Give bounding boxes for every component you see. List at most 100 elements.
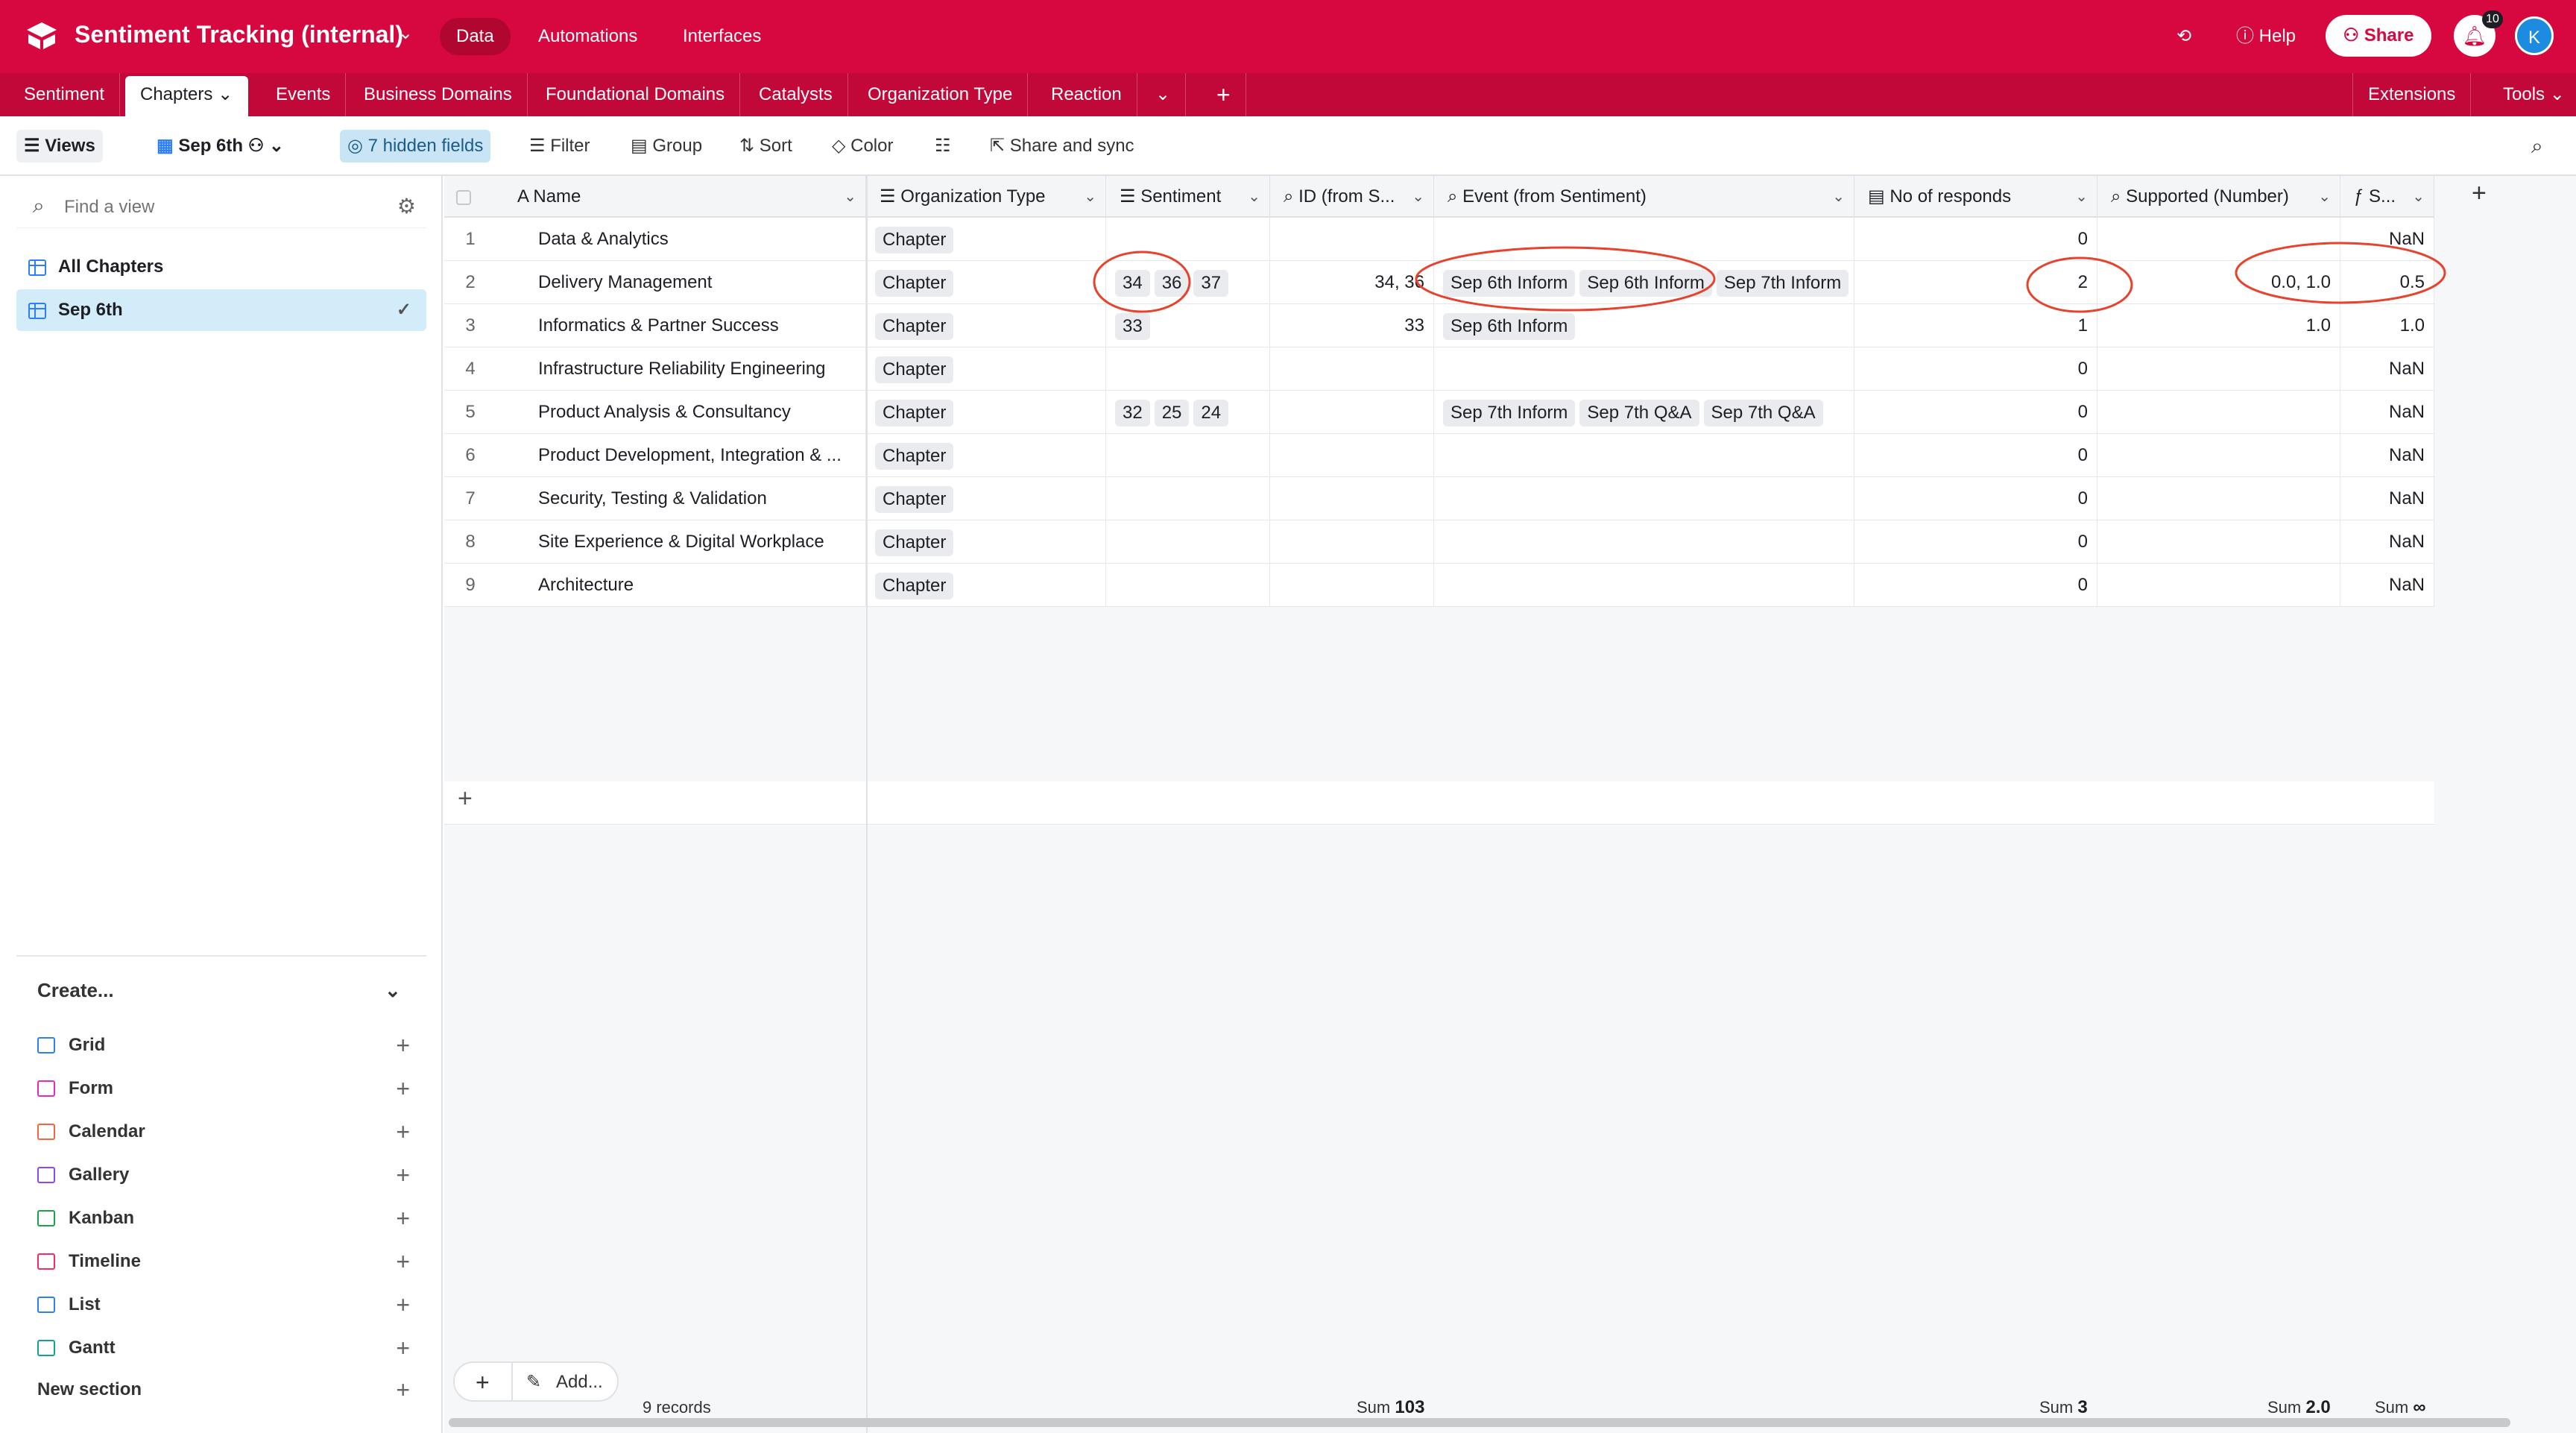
views-toggle-button[interactable]: ☰ Views [16,130,103,163]
record-chip[interactable]: Chapter [875,485,954,513]
cell-name[interactable]: Architecture [531,564,866,607]
group-button[interactable]: ▤ Group [623,130,710,163]
share-button[interactable]: ⚇ Share [2326,15,2431,57]
nav-data[interactable]: Data [440,18,511,55]
cell-sentiment[interactable] [1106,347,1270,391]
cell-id[interactable]: 33 [1270,304,1434,347]
cell-event[interactable] [1434,434,1854,477]
add-record-row[interactable]: + [444,781,2434,825]
cell-sentiment[interactable] [1106,564,1270,607]
add-table-icon[interactable]: + [1202,73,1246,116]
cell-id[interactable] [1270,218,1434,261]
summary-supported[interactable]: Sum 2.0 [2267,1394,2331,1421]
tab-organization-type[interactable]: Organization Type [853,73,1029,116]
nav-automations[interactable]: Automations [522,18,654,55]
record-chip[interactable]: Sep 7th Q&A [1579,399,1699,426]
cell-no-of-responds[interactable]: 0 [1854,564,2097,607]
create-kanban-view[interactable]: Kanban + [37,1199,410,1238]
chevron-down-icon[interactable]: ⌄ [1832,176,1845,218]
cell-id[interactable]: 34, 36 [1270,261,1434,304]
new-section-button[interactable]: New section + [37,1370,410,1409]
cell-no-of-responds[interactable]: 0 [1854,434,2097,477]
column-header-no-of-responds[interactable]: ▤ No of responds ⌄ [1854,176,2097,218]
cell-organization-type[interactable]: Chapter [866,477,1106,520]
cell-no-of-responds[interactable]: 1 [1854,304,2097,347]
search-icon[interactable]: ⌕ [2524,130,2551,163]
cell-organization-type[interactable]: Chapter [866,520,1106,564]
cell-supported[interactable] [2097,434,2340,477]
record-chip[interactable]: 36 [1154,269,1190,297]
cell-name[interactable]: Data & Analytics [531,218,866,261]
cell-no-of-responds[interactable]: 0 [1854,477,2097,520]
record-chip[interactable]: 32 [1115,399,1150,426]
app-logo-icon[interactable] [25,21,58,51]
tab-catalysts[interactable]: Catalysts [744,73,848,116]
cell-sentiment[interactable]: 34 36 37 [1106,261,1270,304]
cell-no-of-responds[interactable]: 0 [1854,391,2097,434]
column-header-s[interactable]: ƒ S... ⌄ [2340,176,2434,218]
gear-icon[interactable]: ⚙ [397,194,416,218]
horizontal-scrollbar[interactable] [449,1418,2510,1427]
cell-event[interactable]: Sep 6th Inform Sep 6th Inform Sep 7th Info… [1434,261,1854,304]
create-form-view[interactable]: Form + [37,1069,410,1108]
record-chip[interactable]: Sep 6th Inform [1443,312,1576,340]
select-all-checkbox[interactable] [456,189,471,205]
plus-icon[interactable]: + [396,1156,410,1194]
table-row[interactable]: 7 Security, Testing & Validation Chapter 0 N… [444,477,2434,520]
plus-icon[interactable]: + [396,1026,410,1065]
plus-icon[interactable]: + [396,1112,410,1151]
row-height-icon[interactable]: ☷ [927,130,959,163]
column-header-organization-type[interactable]: ☰ Organization Type ⌄ [866,176,1106,218]
cell-s[interactable]: NaN [2340,434,2434,477]
tab-business-domains[interactable]: Business Domains [349,73,528,116]
more-tabs-chevron-icon[interactable]: ⌄ [1140,73,1187,116]
record-chip[interactable]: Chapter [875,312,954,340]
cell-organization-type[interactable]: Chapter [866,347,1106,391]
cell-no-of-responds[interactable]: 0 [1854,218,2097,261]
find-view-input[interactable] [64,194,347,221]
chevron-down-icon[interactable]: ⌄ [218,84,233,104]
cell-supported[interactable] [2097,520,2340,564]
create-grid-view[interactable]: Grid + [37,1026,410,1065]
create-section-header[interactable]: Create... ⌄ [37,979,401,1002]
create-timeline-view[interactable]: Timeline + [37,1242,410,1281]
tab-events[interactable]: Events [261,73,347,116]
cell-organization-type[interactable]: Chapter [866,218,1106,261]
help-button[interactable]: ⓘ Help [2236,16,2296,57]
cell-sentiment[interactable]: 32 25 24 [1106,391,1270,434]
cell-id[interactable] [1270,391,1434,434]
record-chip[interactable]: Sep 6th Inform [1443,269,1576,297]
table-row[interactable]: 9 Architecture Chapter 0 NaN [444,564,2434,607]
tools-button[interactable]: Tools ⌄ [2488,73,2576,116]
table-row[interactable]: 6 Product Development, Integration & ... C… [444,434,2434,477]
share-sync-button[interactable]: ⇱ Share and sync [982,130,1142,163]
hidden-fields-button[interactable]: ◎ 7 hidden fields [340,130,491,163]
cell-name[interactable]: Site Experience & Digital Workplace [531,520,866,564]
filter-button[interactable]: ☰ Filter [522,130,598,163]
chevron-down-icon[interactable]: ⌄ [1248,176,1260,218]
column-header-supported[interactable]: ⌕ Supported (Number) ⌄ [2097,176,2340,218]
table-row[interactable]: 1 Data & Analytics Chapter 0 NaN [444,218,2434,261]
base-title[interactable]: Sentiment Tracking (internal) [75,21,403,48]
cell-event[interactable]: Sep 6th Inform [1434,304,1854,347]
base-title-chevron-icon[interactable]: ⌄ [398,22,413,44]
record-chip[interactable]: Chapter [875,226,954,253]
nav-interfaces[interactable]: Interfaces [666,18,777,55]
summary-responds[interactable]: Sum 3 [2039,1394,2088,1421]
sort-button[interactable]: ⇅ Sort [732,130,800,163]
cell-supported[interactable]: 0.0, 1.0 [2097,261,2340,304]
plus-icon[interactable]: + [396,1285,410,1324]
cell-event[interactable] [1434,477,1854,520]
cell-supported[interactable] [2097,391,2340,434]
cell-sentiment[interactable]: 33 [1106,304,1270,347]
chevron-down-icon[interactable]: ⌄ [1084,176,1096,218]
cell-no-of-responds[interactable]: 0 [1854,520,2097,564]
record-chip[interactable]: Chapter [875,442,954,470]
cell-event[interactable] [1434,218,1854,261]
cell-name[interactable]: Infrastructure Reliability Engineering [531,347,866,391]
record-chip[interactable]: Sep 7th Q&A [1703,399,1823,426]
record-chip[interactable]: 37 [1193,269,1229,297]
cell-organization-type[interactable]: Chapter [866,261,1106,304]
chevron-down-icon[interactable]: ⌄ [844,176,856,218]
column-header-sentiment[interactable]: ☰ Sentiment ⌄ [1106,176,1270,218]
